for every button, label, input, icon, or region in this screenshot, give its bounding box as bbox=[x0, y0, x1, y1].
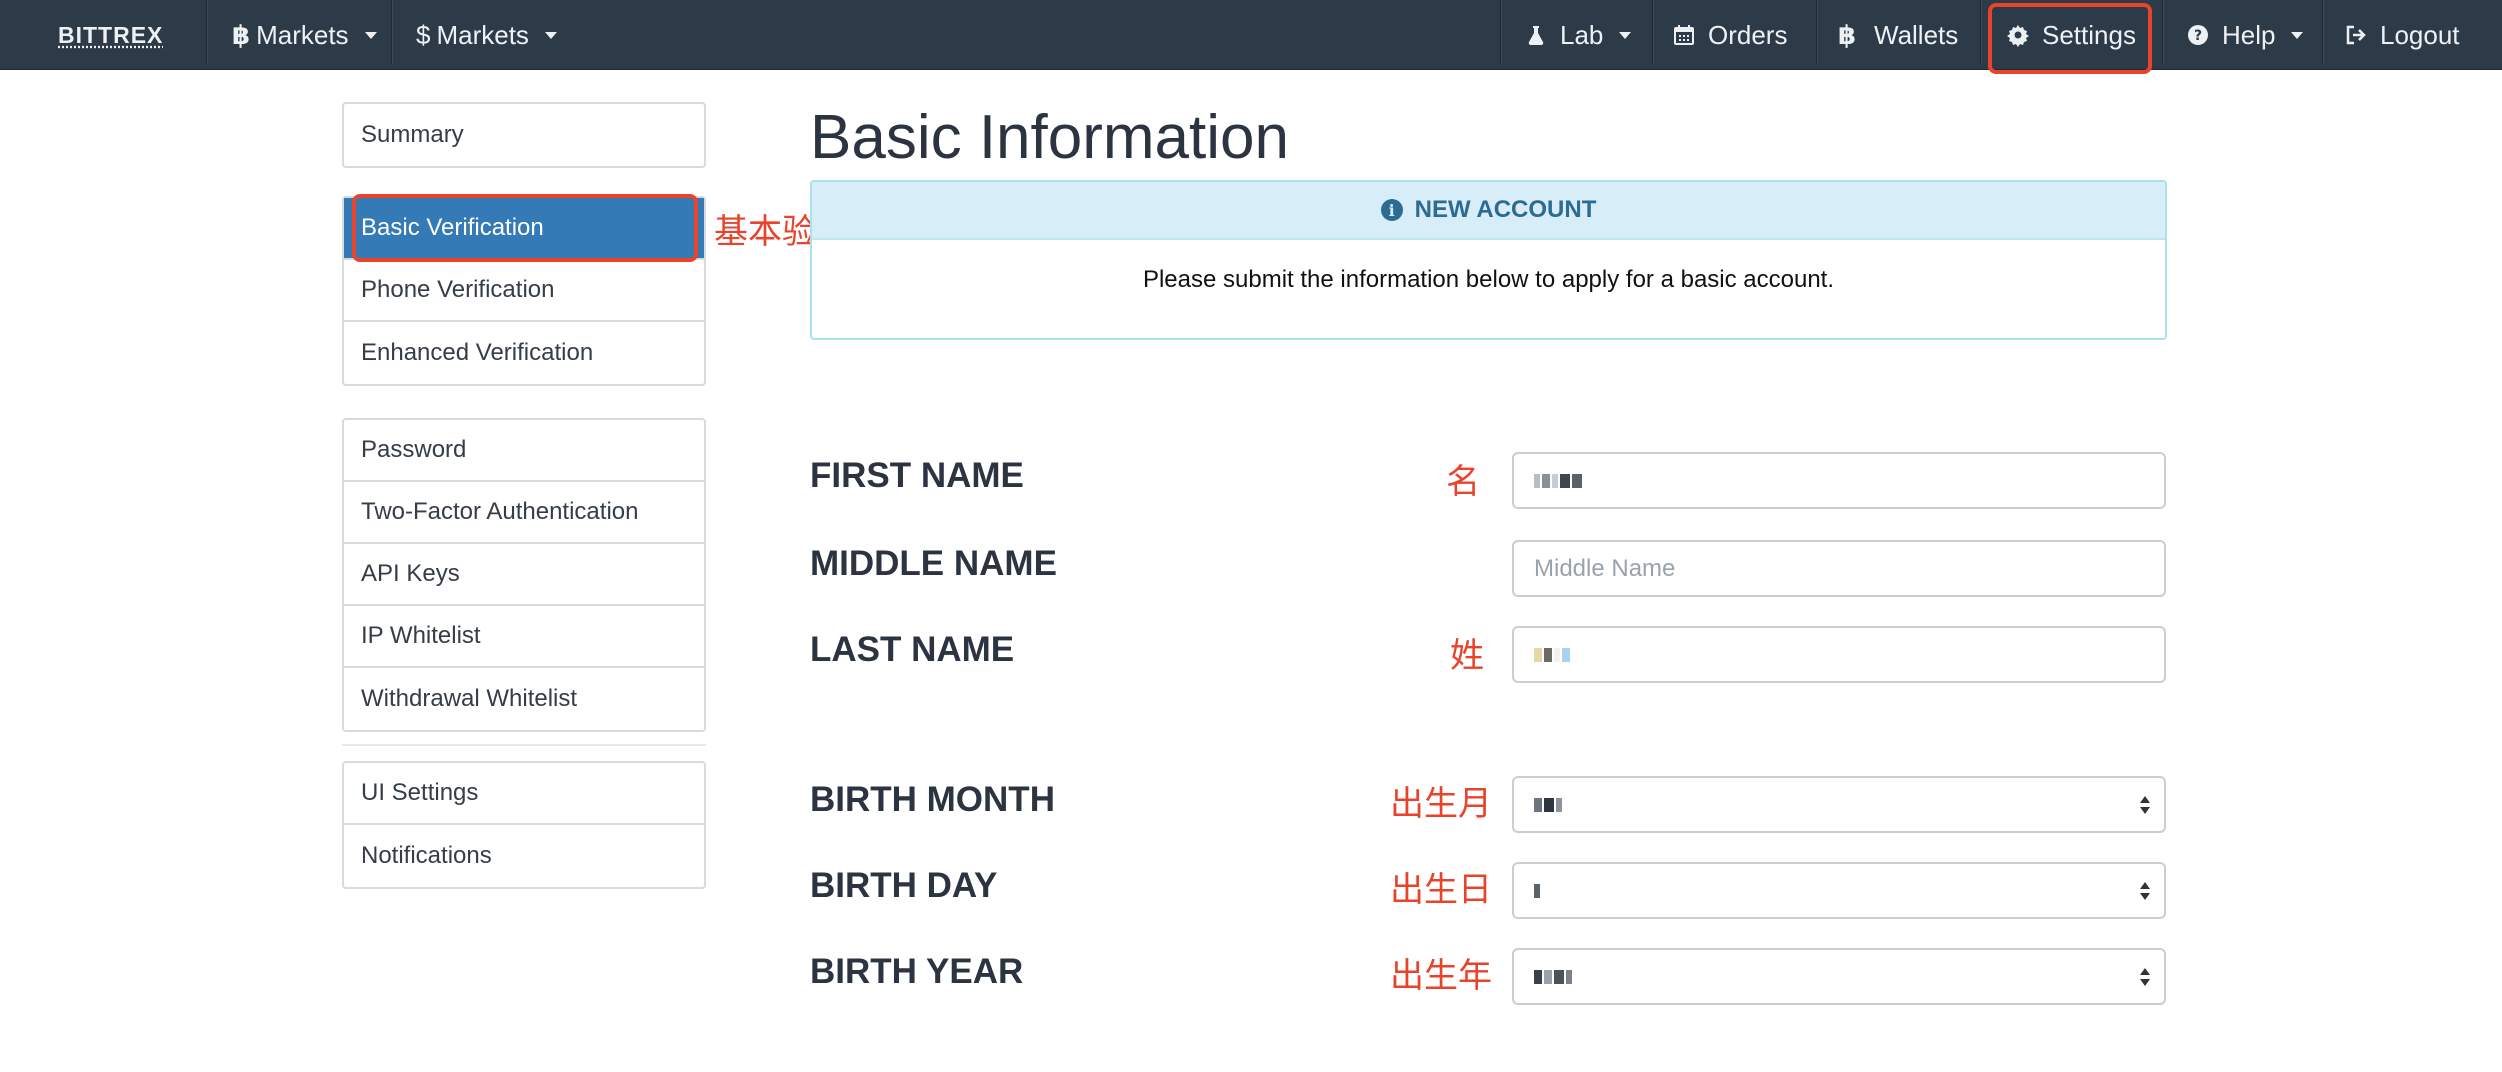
middle-name-label: MIDDLE NAME bbox=[810, 544, 1057, 583]
select-arrows-icon bbox=[2140, 795, 2150, 814]
page-title: Basic Information bbox=[810, 103, 1289, 172]
annotation-birth-year: 出生年 bbox=[1390, 956, 1492, 996]
brand-logo[interactable]: BITTREX bbox=[58, 0, 163, 70]
orders-label: Orders bbox=[1708, 19, 1788, 50]
redacted-value bbox=[1534, 883, 1540, 898]
wallets-label: Wallets bbox=[1874, 19, 1959, 50]
first-name-input[interactable] bbox=[1512, 452, 2166, 509]
btc-markets-label: Markets bbox=[256, 19, 349, 50]
chevron-down-icon bbox=[1619, 31, 1632, 39]
nav-divider bbox=[1500, 0, 1501, 64]
sidebar-item-phone-verification[interactable]: Phone Verification bbox=[344, 260, 704, 322]
birth-month-label: BIRTH MONTH bbox=[810, 780, 1055, 819]
middle-name-input[interactable]: Middle Name bbox=[1512, 540, 2166, 597]
panel-heading: NEW ACCOUNT bbox=[1414, 196, 1597, 223]
nav-divider bbox=[2322, 0, 2323, 64]
panel-header: i NEW ACCOUNT bbox=[812, 182, 2165, 240]
redacted-value bbox=[1534, 797, 1562, 812]
redacted-value bbox=[1534, 647, 1570, 662]
panel-message: Please submit the information below to a… bbox=[1142, 266, 1835, 293]
birth-month-select[interactable] bbox=[1512, 776, 2166, 833]
svg-text:?: ? bbox=[2194, 28, 2202, 44]
nav-divider bbox=[1652, 0, 1653, 64]
btc-markets-dropdown[interactable]: ฿ Markets bbox=[232, 0, 377, 70]
annotation-last-name: 姓 bbox=[1450, 636, 1484, 676]
chevron-down-icon bbox=[364, 31, 377, 39]
new-account-info-panel: i NEW ACCOUNT Please submit the informat… bbox=[810, 180, 2167, 340]
lab-dropdown[interactable]: Lab bbox=[1524, 0, 1632, 70]
sign-out-icon bbox=[2344, 23, 2368, 47]
birth-year-label: BIRTH YEAR bbox=[810, 952, 1024, 991]
logout-link[interactable]: Logout bbox=[2344, 0, 2460, 70]
question-circle-icon: ? bbox=[2186, 23, 2210, 47]
nav-divider bbox=[391, 0, 392, 64]
middle-name-placeholder: Middle Name bbox=[1534, 554, 1676, 582]
sidebar-item-api-keys[interactable]: API Keys bbox=[344, 544, 704, 606]
select-arrows-icon bbox=[2140, 881, 2150, 900]
sidebar-item-notifications[interactable]: Notifications bbox=[344, 825, 704, 887]
birth-day-select[interactable] bbox=[1512, 862, 2166, 919]
chevron-down-icon bbox=[544, 31, 557, 39]
bitcoin-icon: ฿ bbox=[1838, 19, 1857, 50]
annotation-birth-month: 出生月 bbox=[1390, 784, 1492, 824]
select-arrows-icon bbox=[2140, 967, 2150, 986]
help-dropdown[interactable]: ? Help bbox=[2186, 0, 2304, 70]
settings-highlight-box bbox=[1988, 3, 2152, 74]
annotation-birth-day: 出生日 bbox=[1390, 870, 1492, 910]
sidebar-group-preferences: UI Settings Notifications bbox=[342, 761, 706, 889]
last-name-input[interactable] bbox=[1512, 626, 2166, 683]
nav-divider bbox=[2162, 0, 2163, 64]
sidebar-item-ui-settings[interactable]: UI Settings bbox=[344, 763, 704, 825]
first-name-label: FIRST NAME bbox=[810, 456, 1024, 495]
logout-label: Logout bbox=[2380, 19, 2460, 50]
calendar-icon bbox=[1672, 23, 1696, 47]
sidebar-group-security: Password Two-Factor Authentication API K… bbox=[342, 418, 706, 732]
orders-link[interactable]: Orders bbox=[1672, 0, 1787, 70]
last-name-label: LAST NAME bbox=[810, 630, 1015, 669]
chevron-down-icon bbox=[2291, 31, 2304, 39]
sidebar-group-summary: Summary bbox=[342, 102, 706, 168]
usd-markets-label: Markets bbox=[436, 19, 529, 50]
dollar-icon: $ bbox=[416, 19, 431, 50]
sidebar-item-withdrawal-whitelist[interactable]: Withdrawal Whitelist bbox=[344, 668, 704, 730]
wallets-link[interactable]: ฿ Wallets bbox=[1838, 0, 1958, 70]
redacted-value bbox=[1534, 473, 1582, 488]
redacted-value bbox=[1534, 969, 1572, 984]
help-label: Help bbox=[2222, 19, 2276, 50]
sidebar-item-two-factor[interactable]: Two-Factor Authentication bbox=[344, 482, 704, 544]
birth-year-select[interactable] bbox=[1512, 948, 2166, 1005]
sidebar-divider bbox=[342, 744, 706, 746]
annotation-first-name: 名 bbox=[1446, 462, 1480, 502]
nav-divider bbox=[206, 0, 207, 64]
info-icon: i bbox=[1380, 199, 1403, 221]
flask-icon bbox=[1524, 23, 1548, 47]
basic-verification-highlight-box bbox=[352, 194, 698, 262]
nav-divider bbox=[1980, 0, 1981, 64]
nav-divider bbox=[1816, 0, 1817, 64]
sidebar-item-enhanced-verification[interactable]: Enhanced Verification bbox=[344, 322, 704, 384]
sidebar-item-ip-whitelist[interactable]: IP Whitelist bbox=[344, 606, 704, 668]
lab-label: Lab bbox=[1560, 19, 1604, 50]
sidebar-item-password[interactable]: Password bbox=[344, 420, 704, 482]
sidebar-item-summary[interactable]: Summary bbox=[344, 104, 704, 166]
bitcoin-icon: ฿ bbox=[232, 19, 251, 50]
birth-day-label: BIRTH DAY bbox=[810, 866, 998, 905]
usd-markets-dropdown[interactable]: $ Markets bbox=[416, 0, 557, 70]
